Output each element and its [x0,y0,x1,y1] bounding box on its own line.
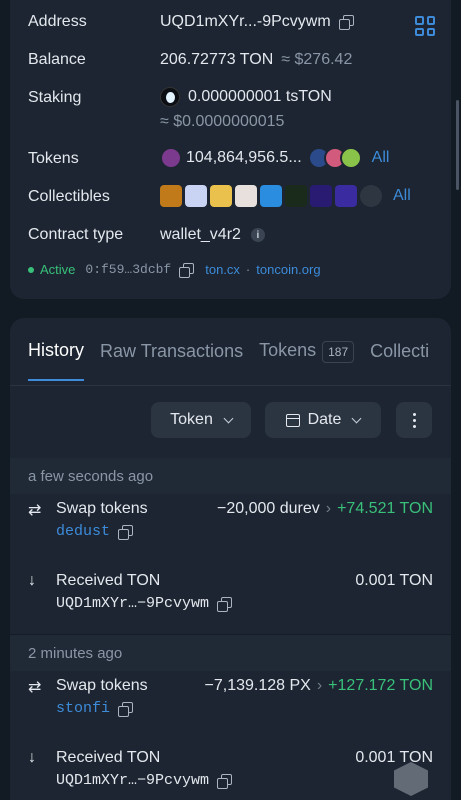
scrollbar[interactable] [456,100,459,190]
tab-history[interactable]: History [28,340,85,381]
status-bar: Active 0:f59…3dcbf ton.cx · toncoin.org [28,262,321,278]
token-filter-label: Token [170,411,213,428]
arrow-down-icon: ↓ [28,749,36,766]
toncoin-link[interactable]: toncoin.org [256,262,320,277]
nft-thumbnail[interactable] [310,185,332,207]
tab-tokens[interactable]: Tokens 187 [259,340,355,381]
nft-thumbnail[interactable] [335,185,357,207]
tx-amount: −20,000 durev › +74.521 TON [217,500,433,518]
chevron-right-icon: › [325,500,332,517]
more-options-button[interactable] [396,402,432,438]
tx-title: Received TON [56,749,161,766]
date-filter-button[interactable]: Date [265,402,381,438]
tx-amount: 0.001 TON [355,572,433,590]
contract-type: wallet_v4r2 [160,226,241,243]
tx-title: Swap tokens [56,500,148,517]
copy-icon[interactable] [217,596,233,612]
dex-link[interactable]: stonfi [56,700,110,717]
account-card: Address UQD1mXYr...-9Pcvywm Balance 206.… [10,0,451,299]
tx-title: Received TON [56,572,161,589]
nft-thumbnail[interactable] [160,185,182,207]
tx-amount: −7,139.128 PX › +127.172 TON [205,677,433,695]
amount-in: +74.521 TON [337,500,433,517]
copy-icon[interactable] [217,773,233,789]
history-card: History Raw Transactions Tokens 187 Colle… [10,318,451,800]
token-filter-button[interactable]: Token [151,402,251,438]
tabs-divider [10,385,451,386]
tab-raw-transactions[interactable]: Raw Transactions [100,341,243,380]
tx-counterparty[interactable]: UQD1mXYr…−9Pcvywm [56,772,233,789]
swap-icon: ⇄ [28,679,42,696]
collectibles-label: Collectibles [28,188,110,205]
tab-bar: History Raw Transactions Tokens 187 Colle… [28,340,445,381]
qr-code-icon[interactable] [415,16,435,36]
chevron-down-icon [351,413,362,423]
tston-coin-icon [160,87,180,107]
tx-counterparty[interactable]: stonfi [56,700,134,717]
tokens-all-link[interactable]: All [372,149,390,167]
raw-address: 0:f59…3dcbf [85,262,172,277]
tx-counterparty[interactable]: dedust [56,523,134,540]
explorer-link[interactable]: ton.cx [205,262,240,277]
staking-value: 0.000000001 tsTON [160,87,332,107]
collectibles-value[interactable]: All [160,185,411,207]
tokens-amount: 104,864,956.5... [186,149,302,166]
info-icon[interactable]: i [250,228,265,242]
address-text: UQD1mXYr...-9Pcvywm [160,13,331,30]
sender-address[interactable]: UQD1mXYr…−9Pcvywm [56,772,209,789]
nft-thumbnail[interactable] [185,185,207,207]
balance-value: 206.72773 TON ≈ $276.42 [160,51,352,69]
tab-collectibles[interactable]: Collecti [370,341,429,380]
copy-icon[interactable] [118,524,134,540]
copy-icon[interactable] [338,15,354,30]
amount-out: −20,000 durev [217,500,320,517]
chevron-right-icon: › [316,677,323,694]
tab-tokens-count: 187 [322,341,355,363]
balance-ton: 206.72773 TON [160,51,274,68]
nft-thumbnail[interactable] [285,185,307,207]
staking-label: Staking [28,89,82,106]
address-value[interactable]: UQD1mXYr...-9Pcvywm [160,13,354,31]
date-group-header: 2 minutes ago [10,635,451,671]
contract-value: wallet_v4r2 i [160,226,265,244]
tx-title: Swap tokens [56,677,148,694]
balance-usd: ≈ $276.42 [281,51,353,68]
swap-icon: ⇄ [28,502,42,519]
amount-received: 0.001 TON [355,749,433,766]
contract-label: Contract type [28,226,124,243]
link-separator: · [245,262,251,277]
date-group-header: a few seconds ago [10,458,451,494]
status-badge: Active [40,262,76,277]
amount-in: +127.172 TON [328,677,433,694]
nft-thumbnail[interactable] [360,185,382,207]
active-dot-icon [28,266,34,273]
sender-address[interactable]: UQD1mXYr…−9Pcvywm [56,595,209,612]
dex-link[interactable]: dedust [56,523,110,540]
collectibles-all-link[interactable]: All [393,187,411,205]
tx-counterparty[interactable]: UQD1mXYr…−9Pcvywm [56,595,233,612]
token-icons-group [307,147,362,169]
amount-out: −7,139.128 PX [204,677,311,694]
balance-label: Balance [28,51,86,68]
tab-tokens-label: Tokens [259,340,317,360]
tokens-value[interactable]: 104,864,956.5... All [160,147,389,169]
nft-thumbnail[interactable] [235,185,257,207]
copy-icon[interactable] [179,262,195,278]
kebab-menu-icon [412,412,416,428]
calendar-icon [285,413,300,427]
nft-thumbnail[interactable] [260,185,282,207]
date-filter-label: Date [307,411,342,428]
staking-usd: ≈ $0.0000000015 [160,113,285,130]
nft-thumbnail[interactable] [210,185,232,207]
token-icon [160,147,182,169]
token-icon [339,147,362,169]
staking-amount: 0.000000001 tsTON [188,88,332,105]
address-label: Address [28,13,87,30]
amount-received: 0.001 TON [355,572,433,589]
tokens-label: Tokens [28,150,79,167]
arrow-down-icon: ↓ [28,572,36,589]
tx-amount: 0.001 TON [355,749,433,767]
copy-icon[interactable] [118,701,134,717]
chevron-down-icon [223,413,234,423]
